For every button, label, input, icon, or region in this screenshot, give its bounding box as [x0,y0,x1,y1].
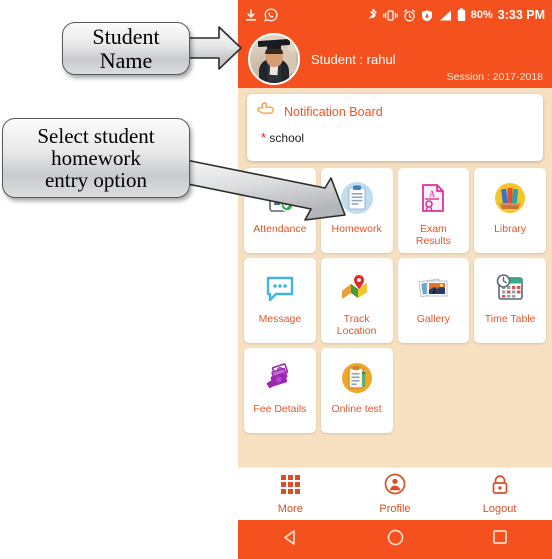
student-header: Student : rahul Session : 2017-2018 [238,30,552,88]
profile-icon [384,473,406,500]
phone-screen: 80% 3:33 PM Student : rahul Session : 20… [238,0,552,559]
vibrate-icon [382,9,398,22]
battery-icon [457,8,466,22]
tile-empty-2 [474,348,546,433]
notification-board-list: * school [247,123,543,154]
android-navigation-bar [238,520,552,559]
library-icon [493,181,527,215]
callout-homework-option-text: Select student homework entry option [37,123,155,193]
nav-label-more: More [277,502,303,515]
tile-label-attendance: Attendance [253,223,307,235]
status-bar-left-icons [245,8,278,22]
status-bar-time: 3:33 PM [497,8,545,22]
notification-item-text: school [269,131,305,145]
gallery-icon [416,271,450,305]
nav-label-logout: Logout [482,502,517,515]
tile-attendance[interactable]: Attendance [244,168,316,253]
notification-board-card[interactable]: Notification Board * school [247,94,543,161]
bottom-navigation: More Profile Logout [238,467,552,520]
tile-label-exam-results: Exam Results [415,223,451,247]
notification-bullet: * [261,130,267,145]
nav-item-more[interactable]: More [239,474,343,515]
bluetooth-icon [368,8,378,22]
tile-track-location[interactable]: Track Location [320,258,393,343]
tile-time-table[interactable]: Time Table [474,258,546,343]
tile-fee-details[interactable]: Fee Details [244,348,316,433]
tile-library[interactable]: Library [474,168,546,253]
tile-gallery[interactable]: Gallery [397,258,470,343]
whatsapp-icon [264,8,278,22]
student-name-label: Student : rahul [311,51,396,67]
callout-student-name-text: Student Name [92,24,160,73]
tile-empty-1 [398,348,470,433]
callout-student-name: Student Name [62,22,190,75]
notification-item: * school [261,130,543,145]
tile-label-homework: Homework [331,223,382,235]
back-icon[interactable] [281,528,300,552]
tile-label-message: Message [258,313,302,325]
nav-label-profile: Profile [379,503,411,515]
nav-item-logout[interactable]: Logout [448,474,552,515]
notification-board-title: Notification Board [284,105,383,119]
status-bar: 80% 3:33 PM [238,0,552,30]
status-bar-right-icons: 80% 3:33 PM [368,8,545,22]
online-test-icon [340,361,374,395]
tile-label-online-test: Online test [331,403,382,415]
callout-homework-option: Select student homework entry option [2,118,190,198]
tile-label-gallery: Gallery [416,313,450,325]
recents-icon[interactable] [491,528,509,551]
alarm-icon [403,8,416,22]
fee-details-icon [263,361,297,395]
session-label: Session : 2017-2018 [446,71,543,83]
time-table-icon [493,271,527,305]
tile-label-library: Library [494,223,527,235]
track-location-icon [340,271,374,305]
download-icon [245,8,257,22]
home-icon[interactable] [386,528,405,552]
menu-grid: Attendance Homework A + Exam Results Lib… [238,161,552,442]
tile-homework[interactable]: Homework [320,168,393,253]
battery-percent: 80% [470,9,493,21]
notification-board-header: Notification Board [247,94,543,123]
pointing-hand-icon [256,101,275,123]
tile-label-fee-details: Fee Details [253,403,307,415]
attendance-icon [263,181,297,215]
tile-label-time-table: Time Table [484,313,536,325]
tile-label-track-location: Track Location [336,313,377,337]
avatar[interactable] [248,33,300,85]
grid-icon [280,474,301,500]
arrow-student-name [185,26,242,70]
tile-message[interactable]: Message [244,258,316,343]
location-icon [421,9,433,22]
svg-text:A: A [429,189,436,199]
message-icon [263,271,297,305]
homework-icon [340,181,374,215]
lock-icon [490,474,510,500]
nav-item-profile[interactable]: Profile [343,473,447,515]
notification-board-wrapper: Notification Board * school [238,88,552,161]
tile-exam-results[interactable]: A + Exam Results [397,168,470,253]
signal-icon [438,9,452,22]
tile-online-test[interactable]: Online test [320,348,393,433]
exam-results-icon: A + [416,181,450,215]
